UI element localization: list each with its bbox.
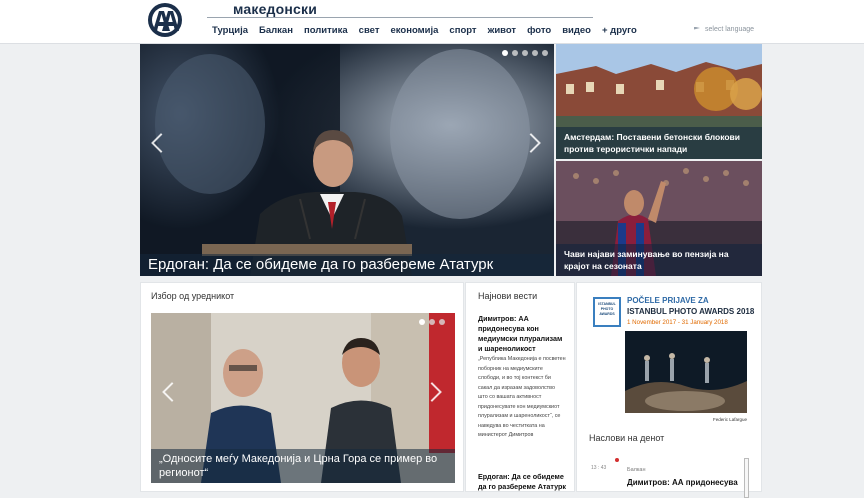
slide-dot[interactable] bbox=[542, 50, 548, 56]
photo-credit: Federic Lafargue bbox=[713, 417, 748, 422]
side-story-xavi[interactable]: Чави најави заминување во пензија на кра… bbox=[556, 161, 762, 276]
category-label: Балкан bbox=[627, 467, 646, 473]
main-nav: Турција Балкан политика свет економија с… bbox=[212, 25, 637, 36]
select-language-button[interactable]: select language bbox=[694, 26, 754, 33]
hero-caption[interactable]: Ердоган: Да се обидеме да го разбереме А… bbox=[148, 256, 493, 273]
nav-item-economy[interactable]: економија bbox=[390, 25, 438, 36]
nav-item-world[interactable]: свет bbox=[359, 25, 380, 36]
scrollbar[interactable] bbox=[744, 458, 749, 498]
nav-item-video[interactable]: видео bbox=[562, 25, 591, 36]
slide-dot[interactable] bbox=[502, 50, 508, 56]
flag-icon bbox=[694, 26, 700, 30]
ad-line: POČELE PRIJAVE ZA bbox=[627, 296, 709, 305]
slide-dot[interactable] bbox=[419, 319, 425, 325]
nav-item-balkan[interactable]: Балкан bbox=[259, 25, 293, 36]
language-title[interactable]: македонски bbox=[233, 1, 317, 17]
photo-awards-banner[interactable]: ISTANBUL PHOTO AWARDS POČELE PRIJAVE ZA IS… bbox=[589, 293, 754, 422]
news-headline[interactable]: Ердоган: Да се обидеме да го разбереме А… bbox=[478, 472, 566, 492]
side-story-caption[interactable]: Амстердам: Поставени бетонски блокови пр… bbox=[556, 127, 762, 159]
editor-caption[interactable]: „Односите меѓу Македонија и Црна Гора се… bbox=[151, 449, 455, 483]
nav-item-more[interactable]: + друго bbox=[602, 25, 637, 36]
section-title: Најнови вести bbox=[478, 291, 538, 301]
nav-item-photo[interactable]: фото bbox=[527, 25, 551, 36]
slide-dot[interactable] bbox=[532, 50, 538, 56]
ad-line: ISTANBUL PHOTO AWARDS 2018 bbox=[627, 307, 755, 316]
timestamp: 13 : 43 bbox=[591, 465, 607, 471]
divider bbox=[207, 17, 593, 18]
nav-item-politics[interactable]: политика bbox=[304, 25, 348, 36]
hero-caption-bar[interactable]: Ердоган: Да се обидеме да го разбереме А… bbox=[140, 254, 554, 276]
slide-dot[interactable] bbox=[522, 50, 528, 56]
select-language-label: select language bbox=[705, 26, 755, 33]
ad-photo bbox=[625, 331, 747, 413]
news-summary[interactable]: „Република Македонија е посветен поборни… bbox=[478, 355, 566, 441]
hero-image bbox=[140, 44, 554, 276]
latest-news-panel: Најнови вести Димитров: АА придонесува к… bbox=[465, 282, 575, 492]
slide-dot[interactable] bbox=[512, 50, 518, 56]
slide-dot[interactable] bbox=[439, 319, 445, 325]
news-headline[interactable]: Димитров: АА придонесува кон медиумски п… bbox=[478, 314, 566, 354]
nav-item-life[interactable]: живот bbox=[488, 25, 517, 36]
side-story-caption[interactable]: Чави најави заминување во пензија на кра… bbox=[556, 244, 762, 276]
side-story-amsterdam[interactable]: Амстердам: Поставени бетонски блокови пр… bbox=[556, 44, 762, 159]
ad-dates: 1 November 2017 - 31 January 2018 bbox=[627, 319, 728, 326]
hero-slider[interactable]: Ердоган: Да се обидеме да го разбереме А… bbox=[140, 44, 554, 276]
editors-choice-panel: Избор од уредникот „Односите меѓу Македо… bbox=[140, 282, 464, 492]
slide-indicators bbox=[419, 319, 445, 325]
top-bar: македонски Турција Балкан политика свет … bbox=[0, 0, 864, 44]
nav-item-sport[interactable]: спорт bbox=[449, 25, 476, 36]
right-column: ISTANBUL PHOTO AWARDS POČELE PRIJAVE ZA IS… bbox=[576, 282, 762, 498]
section-title: Наслови на денот bbox=[589, 433, 665, 443]
slide-dot[interactable] bbox=[429, 319, 435, 325]
nav-item-turkey[interactable]: Турција bbox=[212, 25, 248, 36]
section-title: Избор од уредникот bbox=[151, 291, 235, 301]
live-dot-icon bbox=[615, 458, 619, 462]
aa-logo-icon[interactable] bbox=[144, 1, 186, 39]
photo-awards-logo-icon: ISTANBUL PHOTO AWARDS bbox=[593, 297, 621, 327]
editor-slider[interactable]: „Односите меѓу Македонија и Црна Гора се… bbox=[151, 313, 455, 483]
slide-indicators bbox=[502, 50, 548, 56]
